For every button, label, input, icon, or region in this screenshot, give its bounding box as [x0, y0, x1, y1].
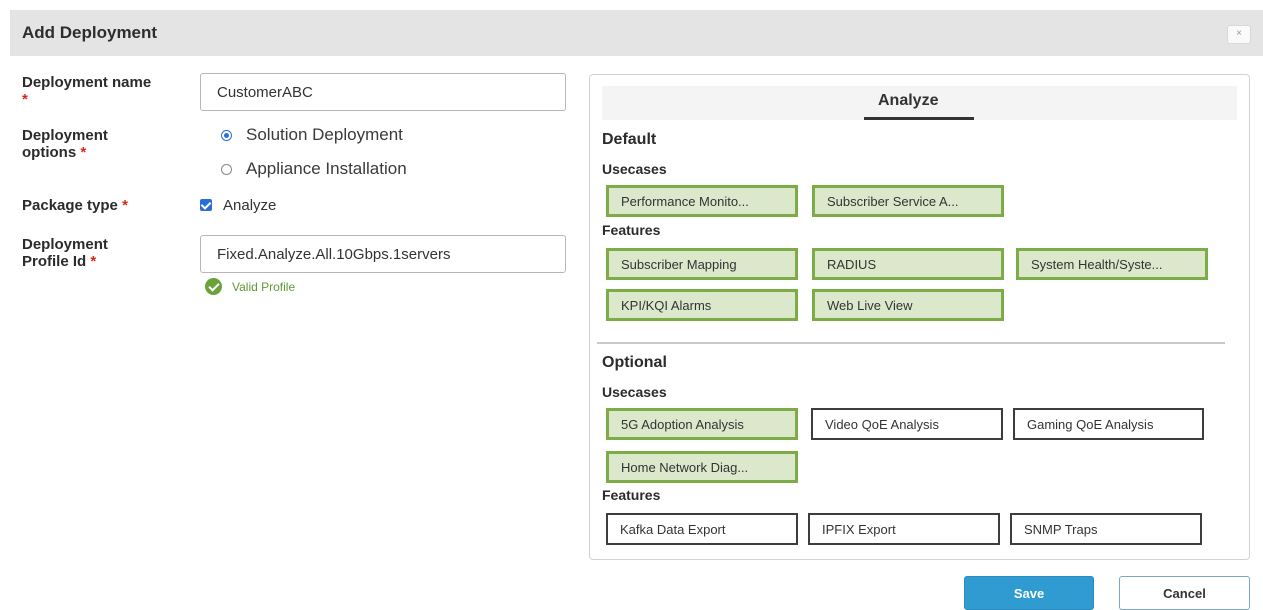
required-mark: * [80, 144, 87, 161]
dialog-title: Add Deployment [22, 23, 158, 42]
required-mark: * [122, 197, 128, 214]
profile-id-label: Deployment Profile Id * [22, 236, 108, 270]
default-features-title: Features [602, 222, 661, 238]
radio-unselected-icon [221, 163, 232, 175]
chip-label: 5G Adoption Analysis [621, 416, 744, 432]
chip-5g-adoption-analysis[interactable]: 5G Adoption Analysis [606, 408, 798, 440]
deployment-name-label-text: Deployment name [22, 74, 152, 91]
optional-features-title: Features [602, 487, 661, 503]
profile-id-input[interactable]: Fixed.Analyze.All.10Gbps.1servers [200, 235, 566, 273]
chip-label: System Health/Syste... [1031, 256, 1163, 272]
radio-solution-deployment[interactable]: Solution Deployment [221, 125, 403, 145]
chip-home-network-diag[interactable]: Home Network Diag... [606, 451, 798, 483]
chip-label: KPI/KQI Alarms [621, 297, 712, 313]
required-mark: * [90, 253, 97, 270]
optional-usecases-title: Usecases [602, 384, 667, 400]
chip-web-live-view[interactable]: Web Live View [812, 289, 1004, 321]
deployment-name-input[interactable]: CustomerABC [200, 73, 566, 111]
package-analyze-label: Analyze [223, 197, 277, 214]
chip-label: IPFIX Export [822, 521, 896, 537]
chip-radius[interactable]: RADIUS [812, 248, 1004, 280]
chip-performance-monitoring[interactable]: Performance Monito... [606, 185, 798, 217]
profile-id-label-line1: Deployment [22, 236, 108, 253]
profile-id-label-line2: Profile Id [22, 253, 87, 270]
chip-label: Kafka Data Export [620, 521, 726, 537]
package-analyze-checkbox[interactable] [200, 199, 212, 211]
radio-selected-icon [221, 129, 232, 141]
deployment-options-label-line1: Deployment [22, 127, 108, 144]
radio-appliance-installation[interactable]: Appliance Installation [221, 159, 407, 179]
default-section-title: Default [602, 131, 657, 148]
optional-section-title: Optional [602, 354, 667, 371]
profile-id-value: Fixed.Analyze.All.10Gbps.1servers [217, 245, 451, 263]
chip-label: RADIUS [827, 256, 877, 272]
chip-snmp-traps[interactable]: SNMP Traps [1010, 513, 1202, 545]
valid-profile-text: Valid Profile [232, 280, 296, 294]
radio-solution-deployment-label: Solution Deployment [246, 125, 403, 144]
save-button[interactable]: Save [964, 576, 1094, 610]
chip-label: Subscriber Mapping [621, 256, 737, 272]
chip-subscriber-mapping[interactable]: Subscriber Mapping [606, 248, 798, 280]
chip-label: Subscriber Service A... [827, 193, 959, 209]
chip-label: Gaming QoE Analysis [1027, 416, 1154, 432]
chip-video-qoe-analysis[interactable]: Video QoE Analysis [811, 408, 1003, 440]
chip-label: Web Live View [827, 297, 913, 313]
section-divider [597, 342, 1225, 344]
chip-kpi-kqi-alarms[interactable]: KPI/KQI Alarms [606, 289, 798, 321]
chip-kafka-data-export[interactable]: Kafka Data Export [606, 513, 798, 545]
chip-label: Video QoE Analysis [825, 416, 939, 432]
package-type-label: Package type * [22, 197, 128, 214]
close-button[interactable]: × [1227, 25, 1251, 44]
chip-label: SNMP Traps [1024, 521, 1098, 537]
deployment-options-label: Deployment options * [22, 127, 108, 161]
close-icon: × [1236, 28, 1242, 39]
radio-appliance-installation-label: Appliance Installation [246, 159, 407, 178]
chip-label: Home Network Diag... [621, 459, 749, 475]
default-usecases-title: Usecases [602, 161, 667, 177]
chip-system-health[interactable]: System Health/Syste... [1016, 248, 1208, 280]
tab-active-indicator [864, 117, 974, 120]
deployment-name-label: Deployment name * [22, 74, 151, 108]
cancel-button[interactable]: Cancel [1119, 576, 1250, 610]
dialog-header [10, 10, 1263, 56]
chip-gaming-qoe-analysis[interactable]: Gaming QoE Analysis [1013, 408, 1204, 440]
deployment-name-value: CustomerABC [217, 83, 313, 101]
chip-subscriber-service[interactable]: Subscriber Service A... [812, 185, 1004, 217]
deployment-options-label-line2: options [22, 144, 77, 161]
tab-analyze[interactable]: Analyze [878, 92, 938, 110]
check-circle-icon [205, 278, 222, 295]
chip-ipfix-export[interactable]: IPFIX Export [808, 513, 1000, 545]
chip-label: Performance Monito... [621, 193, 749, 209]
package-type-label-text: Package type [22, 197, 118, 214]
required-mark: * [22, 91, 28, 108]
